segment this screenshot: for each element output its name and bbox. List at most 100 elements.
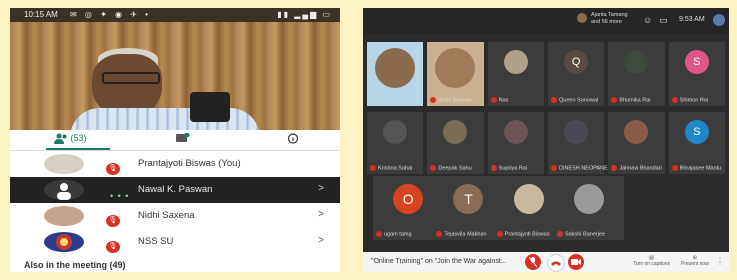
- tab-info[interactable]: [286, 133, 300, 147]
- participant-tile[interactable]: Deepak Sahu: [427, 112, 484, 174]
- speaking-indicator-icon: • • •: [110, 191, 130, 201]
- meeting-clock: 9:53 AM: [679, 16, 705, 23]
- participant-name: NSS SU: [138, 236, 174, 247]
- avatar: [574, 184, 605, 214]
- muted-mic-icon: 🎙: [106, 215, 120, 227]
- participant-tile[interactable]: Sakshi Banerjee: [554, 176, 625, 240]
- status-bar: 10:15 AM ✉ ◎ ✦ ◉ ✈ • ▮▮ ▂▄▆ ▭: [10, 8, 340, 22]
- chevron-right-icon[interactable]: >: [318, 235, 324, 246]
- meet-controls-bar: "Online Training" on "Join the War again…: [363, 252, 729, 272]
- present-label: Present now: [681, 261, 709, 267]
- end-call-icon: [551, 261, 561, 266]
- people-icon[interactable]: ☺: [643, 15, 659, 25]
- chat-icon[interactable]: ▭: [659, 15, 675, 25]
- muted-mic-icon: [671, 96, 678, 103]
- participant-tile[interactable]: Bhumika Rai: [608, 42, 665, 106]
- participant-label: Bhrajasee Mantu: [671, 164, 722, 171]
- camera-toggle-button[interactable]: [568, 254, 584, 270]
- chevron-right-icon[interactable]: >: [318, 209, 324, 220]
- avatar: [564, 120, 589, 144]
- participant-tile[interactable]: S Bhrajasee Mantu: [668, 112, 725, 174]
- participant-name: DINESH NEOPANEY: [559, 165, 612, 171]
- muted-mic-icon: [557, 230, 563, 237]
- avatar: S: [684, 50, 709, 74]
- status-time: 10:15 AM: [24, 10, 58, 19]
- participant-tile[interactable]: Supriya Rai: [487, 112, 544, 174]
- avatar: O: [393, 184, 424, 214]
- people-icon: [54, 133, 67, 145]
- muted-mic-icon: [430, 164, 437, 171]
- people-count: (53): [70, 133, 87, 143]
- participant-name: Bhumika Rai: [619, 97, 651, 103]
- participant-tile[interactable]: DINESH NEOPANEY: [548, 112, 611, 174]
- avatar: [503, 120, 528, 144]
- default-user-icon: [57, 183, 71, 200]
- participant-name: Bhrajasee Mantu: [679, 165, 722, 171]
- person-head: [92, 54, 162, 116]
- participant-row[interactable]: 🎙 Nidhi Saxena >: [10, 203, 340, 229]
- nss-logo-icon: [56, 234, 72, 250]
- chevron-right-icon[interactable]: >: [318, 183, 324, 194]
- participant-name: Prantajyoti Biswas: [504, 231, 550, 237]
- participant-row[interactable]: • • • Nawal K. Paswan >: [10, 177, 340, 203]
- participant-tile[interactable]: Jahnavi Bhandari: [608, 112, 665, 174]
- phone-screenshot: 10:15 AM ✉ ◎ ✦ ◉ ✈ • ▮▮ ▂▄▆ ▭ (53) 🎙 Pra…: [10, 8, 340, 272]
- mic-toggle-button[interactable]: [525, 254, 541, 270]
- participant-tile[interactable]: Krishna Sahai: [367, 112, 424, 174]
- muted-mic-icon: [490, 164, 497, 171]
- person-glasses: [102, 72, 160, 84]
- participant-label: Bhumika Rai: [611, 96, 651, 103]
- participant-name: Nidhi Saxena: [138, 210, 195, 221]
- meet-top-bar: Ajanta Tamang and 56 more ☺▭ 9:53 AM: [363, 8, 729, 34]
- participant-name: Deepak Sahu: [438, 165, 472, 171]
- avatar: [503, 50, 528, 74]
- avatar: Q: [564, 50, 589, 74]
- participant-tile[interactable]: [367, 42, 424, 106]
- participant-name: Nawal K. Paswan: [138, 184, 213, 195]
- tab-chat[interactable]: [176, 133, 190, 147]
- avatar: [624, 50, 649, 74]
- avatar: [624, 120, 649, 144]
- participant-label: Prantajyoti Biswas: [496, 230, 550, 237]
- participant-label: Nas: [490, 96, 509, 103]
- muted-mic-icon: [370, 164, 376, 171]
- also-in-meeting-header: Also in the meeting (49): [24, 260, 126, 270]
- participant-label: Jahnavi Bhandari: [611, 164, 662, 171]
- more-options-icon[interactable]: ⋮: [716, 257, 724, 266]
- participant-label: Shimon Rai: [671, 96, 708, 103]
- participant-tile[interactable]: S Shimon Rai: [668, 42, 725, 106]
- top-icons[interactable]: ☺▭: [643, 15, 675, 26]
- participant-tile[interactable]: Nidhi Saxena: [427, 42, 484, 106]
- mic-off-icon: [528, 256, 538, 268]
- muted-mic-icon: 🎙: [106, 241, 120, 253]
- muted-mic-icon: [496, 230, 503, 237]
- participant-label: Supriya Rai: [490, 164, 527, 171]
- participant-name: Queen Sonowal: [559, 97, 599, 103]
- captions-button[interactable]: ▤ Turn on captions: [633, 255, 670, 267]
- participant-name: Krishna Sahai: [378, 165, 413, 171]
- participant-tile[interactable]: Q Queen Sonowal: [548, 42, 605, 106]
- participant-name: Jahnavi Bhandari: [619, 165, 662, 171]
- participant-label: Nidhi Saxena: [430, 96, 472, 103]
- info-icon: [287, 133, 299, 144]
- end-call-button[interactable]: [547, 254, 565, 272]
- participant-name: Nas: [498, 97, 509, 103]
- participant-tile[interactable]: Nas: [487, 42, 544, 106]
- tab-people[interactable]: (53): [54, 133, 87, 147]
- participant-label: Tejasvila Makhan: [436, 230, 487, 237]
- participant-label: Deepak Sahu: [430, 164, 472, 171]
- captions-label: Turn on captions: [633, 261, 671, 267]
- presenter-info: Ajanta Tamang and 56 more: [591, 12, 628, 26]
- participant-label: Krishna Sahai: [370, 164, 413, 171]
- avatar: [513, 184, 544, 214]
- host-name: Ajanta Tamang: [591, 12, 628, 18]
- participant-row[interactable]: 🎙 Prantajyoti Biswas (You): [10, 151, 340, 177]
- present-now-button[interactable]: ⊞ Present now: [681, 255, 709, 267]
- participant-name: Nidhi Saxena: [438, 97, 472, 103]
- participant-row[interactable]: 🎙 NSS SU >: [10, 229, 340, 255]
- avatar[interactable]: [713, 14, 725, 26]
- participant-label: Sakshi Banerjee: [557, 230, 605, 237]
- meeting-title[interactable]: "Online Training" on "Join the War again…: [371, 258, 507, 265]
- avatar: [44, 180, 84, 200]
- muted-mic-icon: [430, 96, 437, 103]
